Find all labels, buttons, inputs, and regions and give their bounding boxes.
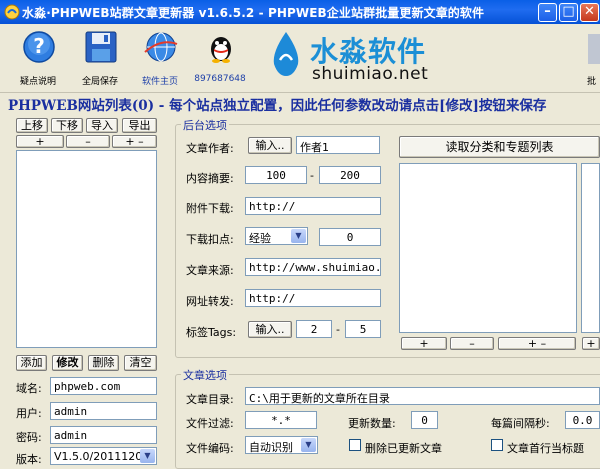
source-label: 文章来源:	[186, 264, 234, 277]
svg-text:?: ?	[33, 34, 45, 58]
batch-icon	[588, 34, 600, 64]
category-plus-button[interactable]: +	[401, 337, 447, 350]
help-label: 疑点说明	[19, 77, 56, 87]
password-input[interactable]: admin	[50, 426, 157, 444]
file-encoding-select[interactable]: 自动识别 ▼	[245, 436, 318, 454]
deduct-type-select[interactable]: 经验 ▼	[245, 227, 308, 245]
summary-max-input[interactable]: 200	[319, 166, 381, 184]
category-minus-button[interactable]: –	[450, 337, 494, 350]
toolbar-separator	[0, 92, 600, 93]
export-button[interactable]: 导出	[122, 118, 157, 133]
brand-logo-icon	[273, 32, 299, 76]
title-bar: 水淼·PHPWEB站群文章更新器 v1.6.5.2 - PHPWEB企业站群批量…	[0, 0, 600, 24]
password-label: 密码:	[16, 431, 42, 444]
global-save-button[interactable]: 全局保存	[68, 28, 132, 90]
source-input[interactable]: http://www.shuimiao.net	[245, 258, 381, 276]
tags-min-input[interactable]: 2	[296, 320, 332, 338]
globe-icon	[144, 32, 178, 62]
topic-plus-button[interactable]: +	[582, 337, 600, 350]
help-button[interactable]: ? 疑点说明	[6, 28, 70, 90]
article-options-title: 文章选项	[181, 367, 229, 383]
import-button[interactable]: 导入	[86, 118, 118, 133]
move-up-button[interactable]: 上移	[16, 118, 48, 133]
site-list-header: PHPWEB网站列表(0) - 每个站点独立配置，因此任何参数改动请点击[修改]…	[8, 98, 547, 114]
app-icon	[4, 4, 20, 20]
author-label: 文章作者:	[186, 142, 234, 155]
author-input-button[interactable]: 输入..	[248, 137, 292, 154]
qq-number-label: 897687648	[194, 74, 246, 84]
add-button[interactable]: 添加	[16, 355, 47, 371]
tags-max-input[interactable]: 5	[345, 320, 381, 338]
qq-button[interactable]: 897687648	[188, 28, 252, 90]
toolbar: ? 疑点说明 全局保存 软件主页 897687648 水淼软件 shuimiao…	[0, 24, 600, 92]
close-button[interactable]: ✕	[580, 3, 599, 22]
category-list[interactable]	[399, 163, 577, 333]
modify-button[interactable]: 修改	[52, 355, 83, 371]
delete-updated-label: 删除已更新文章	[365, 442, 442, 455]
read-categories-button[interactable]: 读取分类和专题列表	[399, 136, 600, 158]
user-label: 用户:	[16, 407, 42, 420]
file-encoding-value: 自动识别	[249, 441, 293, 454]
article-dir-label: 文章目录:	[186, 393, 234, 406]
site-list[interactable]	[16, 150, 157, 348]
article-dir-input[interactable]: C:\用于更新的文章所在目录	[245, 387, 600, 405]
tags-label: 标签Tags:	[186, 326, 237, 339]
brand-domain: shuimiao.net	[312, 64, 429, 84]
user-input[interactable]: admin	[50, 402, 157, 420]
redirect-input[interactable]: http://	[245, 289, 381, 307]
topic-list[interactable]	[581, 163, 600, 333]
update-count-label: 更新数量:	[348, 417, 396, 430]
chevron-down-icon: ▼	[291, 229, 306, 243]
list-toggle-button[interactable]: + –	[112, 135, 157, 148]
version-value: V1.5.0/20111209	[54, 450, 150, 463]
interval-input[interactable]: 0.0	[565, 411, 600, 429]
maximize-button[interactable]: □	[559, 3, 578, 22]
update-count-input[interactable]: 0	[411, 411, 438, 429]
category-toggle-button[interactable]: + –	[498, 337, 576, 350]
tags-input-button[interactable]: 输入..	[248, 321, 292, 338]
clear-button[interactable]: 清空	[124, 355, 157, 371]
author-input[interactable]: 作者1	[296, 136, 380, 154]
file-encoding-label: 文件编码:	[186, 442, 234, 455]
list-minus-button[interactable]: –	[66, 135, 110, 148]
deduct-value-input[interactable]: 0	[319, 228, 381, 246]
homepage-label: 软件主页	[141, 77, 178, 87]
interval-label: 每篇间隔秒:	[491, 417, 550, 430]
version-select[interactable]: V1.5.0/20111209 ▼	[50, 447, 157, 465]
batch-label: 批	[587, 77, 597, 87]
first-line-title-checkbox[interactable]	[491, 439, 503, 451]
domain-input[interactable]: phpweb.com	[50, 377, 157, 395]
first-line-title-label: 文章首行当标题	[507, 442, 584, 455]
tags-dash: -	[336, 323, 340, 336]
domain-label: 域名:	[16, 382, 42, 395]
homepage-button[interactable]: 软件主页	[128, 28, 192, 90]
global-save-label: 全局保存	[81, 77, 118, 87]
qq-icon	[211, 37, 231, 63]
batch-button[interactable]: 批	[578, 28, 600, 87]
file-filter-label: 文件过滤:	[186, 417, 234, 430]
chevron-down-icon: ▼	[301, 438, 316, 452]
backend-options-title: 后台选项	[181, 117, 229, 133]
save-icon	[85, 31, 117, 63]
redirect-label: 网址转发:	[186, 295, 234, 308]
delete-button[interactable]: 删除	[88, 355, 119, 371]
attachment-input[interactable]: http://	[245, 197, 381, 215]
window-title: 水淼·PHPWEB站群文章更新器 v1.6.5.2 - PHPWEB企业站群批量…	[22, 6, 485, 20]
delete-updated-checkbox[interactable]	[349, 439, 361, 451]
help-icon: ?	[23, 31, 55, 63]
deduct-label: 下载扣点:	[186, 233, 234, 246]
chevron-down-icon: ▼	[140, 449, 155, 463]
minimize-button[interactable]: –	[538, 3, 557, 22]
deduct-type-value: 经验	[249, 232, 271, 245]
attachment-label: 附件下载:	[186, 202, 234, 215]
summary-label: 内容摘要:	[186, 172, 234, 185]
summary-min-input[interactable]: 100	[245, 166, 307, 184]
list-plus-button[interactable]: +	[16, 135, 64, 148]
move-down-button[interactable]: 下移	[51, 118, 83, 133]
file-filter-input[interactable]: *.*	[245, 411, 317, 429]
summary-dash: -	[310, 169, 314, 182]
